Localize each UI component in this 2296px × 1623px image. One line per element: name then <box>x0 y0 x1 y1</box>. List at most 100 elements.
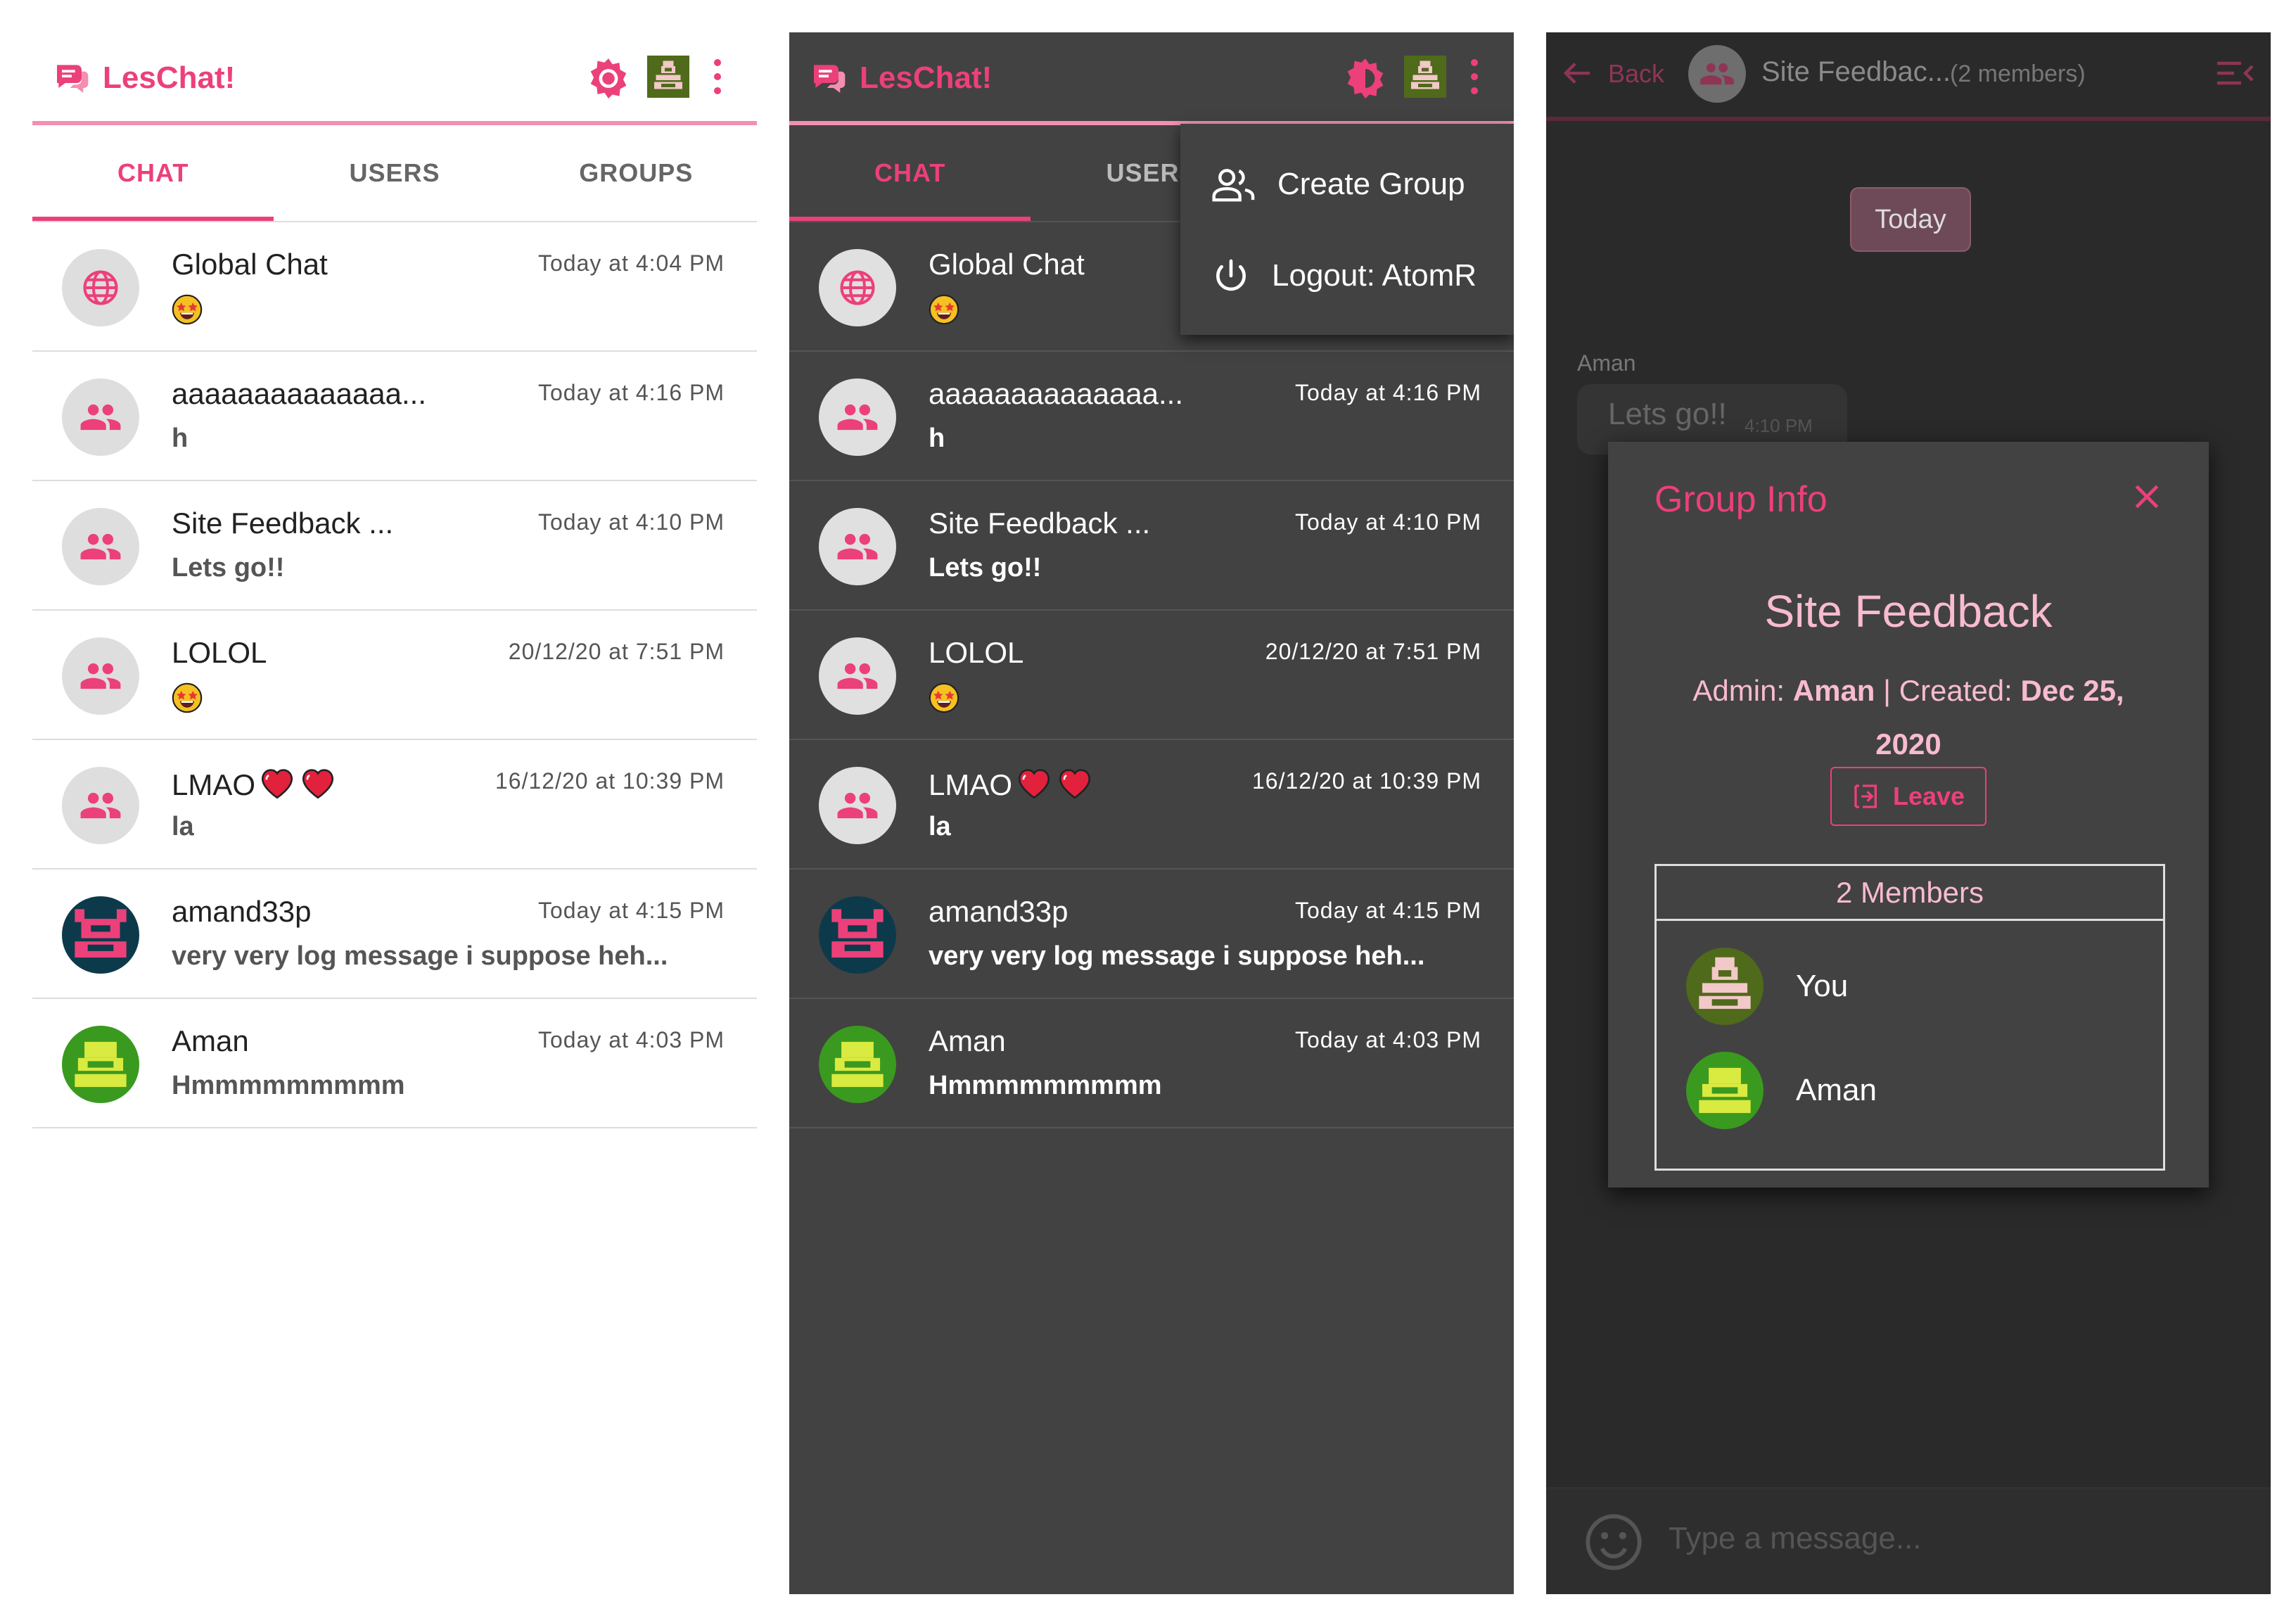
chat-time: Today at 4:04 PM <box>537 250 725 276</box>
more-menu-button[interactable] <box>705 56 730 98</box>
chat-row-site-feedback[interactable]: Site Feedback ... Today at 4:10 PM Lets … <box>789 481 1514 611</box>
conversation-title[interactable]: Site Feedbac... <box>1761 56 1951 88</box>
chat-row-amand33p[interactable]: amand33p Today at 4:15 PM very very log … <box>789 870 1514 999</box>
overflow-menu: Create Group Logout: AtomR <box>1180 124 1514 335</box>
chat-list-dark-panel: LesChat! CHAT USERS Global Chat Today at… <box>789 32 1514 1594</box>
chat-preview <box>172 294 203 332</box>
chat-preview: h <box>172 424 189 453</box>
chat-row-aman[interactable]: Aman Today at 4:03 PM Hmmmmmmmmm <box>32 999 757 1128</box>
app-logo[interactable]: LesChat! <box>51 58 235 98</box>
pixel-avatar-green-icon <box>62 1026 139 1103</box>
pixel-avatar-olive-icon <box>1404 56 1446 98</box>
pixel-avatar-pink-icon <box>819 896 896 974</box>
chat-time: Today at 4:03 PM <box>537 1027 725 1052</box>
menu-open-icon[interactable] <box>2216 59 2254 87</box>
group-icon <box>836 654 879 698</box>
member-row-you[interactable]: You <box>1686 948 1848 1025</box>
more-vert-icon <box>1471 59 1478 94</box>
chat-row-lolol[interactable]: LOLOL 20/12/20 at 7:51 PM <box>789 611 1514 740</box>
group-icon <box>1700 63 1734 85</box>
chat-name: LMAO <box>172 765 337 802</box>
tab-groups[interactable]: GROUPS <box>516 125 757 221</box>
message-time: 4:10 PM <box>1745 415 1813 436</box>
chat-list: Global Chat Today at 4:04 PM aaaaaaaaaaa… <box>32 222 757 1128</box>
chat-name-text: LMAO <box>929 768 1013 801</box>
chat-preview <box>929 294 959 332</box>
message-input[interactable]: Type a message... <box>1669 1521 1922 1556</box>
app-logo[interactable]: LesChat! <box>808 58 992 98</box>
tab-users[interactable]: USERS <box>274 125 515 221</box>
meta-separator: | <box>1883 674 1892 707</box>
chat-list: Global Chat Today at 4:04 PM aaaaaaaaaaa… <box>789 222 1514 1128</box>
chat-preview: Hmmmmmmmmm <box>172 1071 405 1100</box>
chat-row-group[interactable]: aaaaaaaaaaaaaa... Today at 4:16 PM h <box>789 352 1514 481</box>
conversation-divider <box>1546 117 2271 121</box>
arrow-back-icon[interactable] <box>1560 59 1593 87</box>
menu-create-group-label: Create Group <box>1277 167 1465 201</box>
chat-name: Site Feedback ... <box>929 507 1151 540</box>
back-button[interactable]: Back <box>1608 59 1664 89</box>
chat-time: Today at 4:03 PM <box>1294 1027 1481 1052</box>
chat-row-lmao[interactable]: LMAO 16/12/20 at 10:39 PM la <box>32 740 757 870</box>
chat-row-global[interactable]: Global Chat Today at 4:04 PM <box>32 222 757 352</box>
group-meta: Admin: Aman | Created: Dec 25, 2020 <box>1671 664 2145 771</box>
chat-row-amand33p[interactable]: amand33p Today at 4:15 PM very very log … <box>32 870 757 999</box>
menu-create-group[interactable]: Create Group <box>1211 166 1465 203</box>
chat-row-lolol[interactable]: LOLOL 20/12/20 at 7:51 PM <box>32 611 757 740</box>
chat-row-site-feedback[interactable]: Site Feedback ... Today at 4:10 PM Lets … <box>32 481 757 611</box>
chat-preview: la <box>929 812 951 841</box>
more-vert-icon <box>714 59 721 94</box>
member-row-aman[interactable]: Aman <box>1686 1052 1877 1129</box>
heart-emoji-icon <box>299 765 337 799</box>
close-icon[interactable] <box>2131 481 2162 512</box>
chat-time: 16/12/20 at 10:39 PM <box>495 768 725 794</box>
chat-row-aman[interactable]: Aman Today at 4:03 PM Hmmmmmmmmm <box>789 999 1514 1128</box>
conversation-app-bar: Back Site Feedbac... (2 members) <box>1546 32 2271 117</box>
admin-name: Aman <box>1792 674 1875 707</box>
dialog-title: Group Info <box>1654 479 1828 520</box>
members-count: (2 members) <box>1950 61 2086 87</box>
chat-time: Today at 4:15 PM <box>1294 898 1481 923</box>
chat-preview <box>929 682 959 720</box>
app-title: LesChat! <box>103 61 236 95</box>
tab-chat[interactable]: CHAT <box>32 125 274 221</box>
chat-name: Site Feedback ... <box>172 507 394 540</box>
group-icon <box>836 395 879 439</box>
group-avatar[interactable] <box>1688 45 1746 103</box>
conversation-panel: Back Site Feedbac... (2 members) Today A… <box>1546 32 2271 1594</box>
chat-preview <box>172 682 203 720</box>
exit-icon <box>1854 784 1877 808</box>
heart-emoji-icon <box>1056 765 1094 799</box>
chat-time: Today at 4:10 PM <box>537 509 725 535</box>
menu-logout-label: Logout: AtomR <box>1272 258 1477 293</box>
heart-emoji-icon <box>1015 765 1053 799</box>
chat-name: LOLOL <box>929 636 1024 669</box>
more-menu-button[interactable] <box>1462 56 1487 98</box>
theme-toggle-button[interactable] <box>585 53 632 100</box>
chat-time: Today at 4:15 PM <box>537 898 725 923</box>
app-bar: LesChat! <box>789 32 1514 124</box>
group-add-icon <box>1212 169 1255 202</box>
menu-logout[interactable]: Logout: AtomR <box>1211 256 1477 295</box>
chat-preview: Hmmmmmmmmm <box>929 1071 1162 1100</box>
chat-time: 20/12/20 at 7:51 PM <box>508 639 725 664</box>
star-struck-emoji-icon <box>172 682 203 713</box>
member-name: You <box>1796 969 1849 1003</box>
leave-group-button[interactable]: Leave <box>1830 767 1986 826</box>
chat-bubble-logo-icon <box>808 58 850 98</box>
chat-name: Global Chat <box>172 248 328 281</box>
emoji-smile-icon[interactable] <box>1583 1511 1645 1573</box>
tab-chat[interactable]: CHAT <box>789 125 1031 221</box>
current-user-avatar[interactable] <box>1404 56 1446 98</box>
star-struck-emoji-icon <box>172 294 203 325</box>
chat-name: LMAO <box>929 765 1094 802</box>
current-user-avatar[interactable] <box>647 56 689 98</box>
chat-row-lmao[interactable]: LMAO 16/12/20 at 10:39 PM la <box>789 740 1514 870</box>
chat-time: Today at 4:10 PM <box>1294 509 1481 535</box>
chat-time: 16/12/20 at 10:39 PM <box>1252 768 1481 794</box>
theme-toggle-button[interactable] <box>1342 53 1389 100</box>
group-icon <box>836 525 879 568</box>
chat-row-group[interactable]: aaaaaaaaaaaaaa... Today at 4:16 PM h <box>32 352 757 481</box>
message-sender: Aman <box>1577 350 1636 376</box>
heart-emoji-icon <box>258 765 296 799</box>
